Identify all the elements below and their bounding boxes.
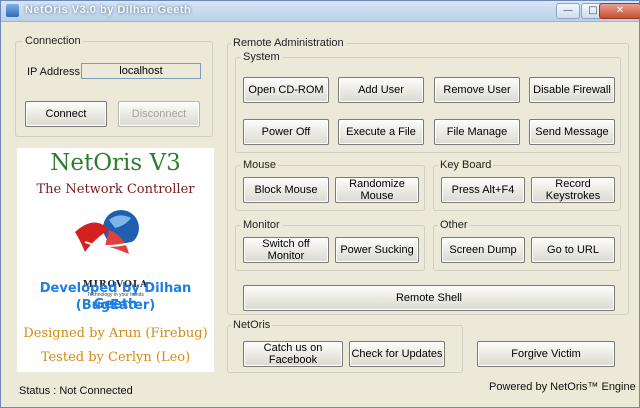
mouse-group-label: Mouse <box>241 159 279 171</box>
record-keystrokes-button[interactable]: Record Keystrokes <box>531 177 615 203</box>
remove-user-button[interactable]: Remove User <box>434 77 520 103</box>
branding-title: NetOris V3 <box>50 150 181 176</box>
branding-subtitle: The Network Controller <box>36 182 195 197</box>
execute-file-button[interactable]: Execute a File <box>338 119 424 145</box>
facebook-button[interactable]: Catch us on Facebook <box>243 341 343 367</box>
switch-off-monitor-button[interactable]: Switch off Monitor <box>243 237 329 263</box>
powered-by-text: Powered by NetOris™ Engine <box>489 381 636 393</box>
disable-firewall-button[interactable]: Disable Firewall <box>529 77 615 103</box>
title-bar[interactable]: NetOris V3.0 by Dilhan Geeth — □ ✕ <box>1 1 640 22</box>
system-group-label: System <box>241 51 282 63</box>
app-icon <box>6 4 19 17</box>
keyboard-group-label: Key Board <box>438 159 494 171</box>
connection-group-label: Connection <box>23 35 83 47</box>
branding-panel: NetOris V3 The Network Controller MIROVO… <box>17 148 214 372</box>
disconnect-button[interactable]: Disconnect <box>118 101 200 127</box>
power-off-button[interactable]: Power Off <box>243 119 329 145</box>
press-alt-f4-button[interactable]: Press Alt+F4 <box>441 177 525 203</box>
randomize-mouse-button[interactable]: Randomize Mouse <box>335 177 419 203</box>
power-sucking-button[interactable]: Power Sucking <box>335 237 419 263</box>
open-cdrom-button[interactable]: Open CD-ROM <box>243 77 329 103</box>
go-to-url-button[interactable]: Go to URL <box>531 237 615 263</box>
window-title: NetOris V3.0 by Dilhan Geeth <box>25 4 192 16</box>
tested-by-text: Tested by Cerlyn (Leo) <box>40 350 191 365</box>
screen-dump-button[interactable]: Screen Dump <box>441 237 525 263</box>
remote-shell-button[interactable]: Remote Shell <box>243 285 615 311</box>
send-message-button[interactable]: Send Message <box>529 119 615 145</box>
block-mouse-button[interactable]: Block Mouse <box>243 177 329 203</box>
mirovola-logo-icon <box>75 210 139 254</box>
add-user-button[interactable]: Add User <box>338 77 424 103</box>
file-manage-button[interactable]: File Manage <box>434 119 520 145</box>
developer-alias-text: (BugEater) <box>75 298 156 313</box>
check-updates-button[interactable]: Check for Updates <box>349 341 445 367</box>
ip-address-label: IP Address <box>27 66 80 78</box>
status-text: Status : Not Connected <box>19 385 133 397</box>
monitor-group-label: Monitor <box>241 219 282 231</box>
forgive-victim-button[interactable]: Forgive Victim <box>477 341 615 367</box>
other-group-label: Other <box>438 219 470 231</box>
close-button[interactable]: ✕ <box>599 3 640 19</box>
main-window: NetOris V3.0 by Dilhan Geeth — □ ✕ Conne… <box>0 0 640 408</box>
ip-address-field[interactable]: localhost <box>81 63 201 79</box>
designed-by-text: Designed by Arun (Firebug) <box>23 326 208 341</box>
remote-admin-label: Remote Administration <box>231 37 346 49</box>
minimize-button[interactable]: — <box>556 3 580 19</box>
connect-button[interactable]: Connect <box>25 101 107 127</box>
netoris-group-label: NetOris <box>231 319 273 331</box>
